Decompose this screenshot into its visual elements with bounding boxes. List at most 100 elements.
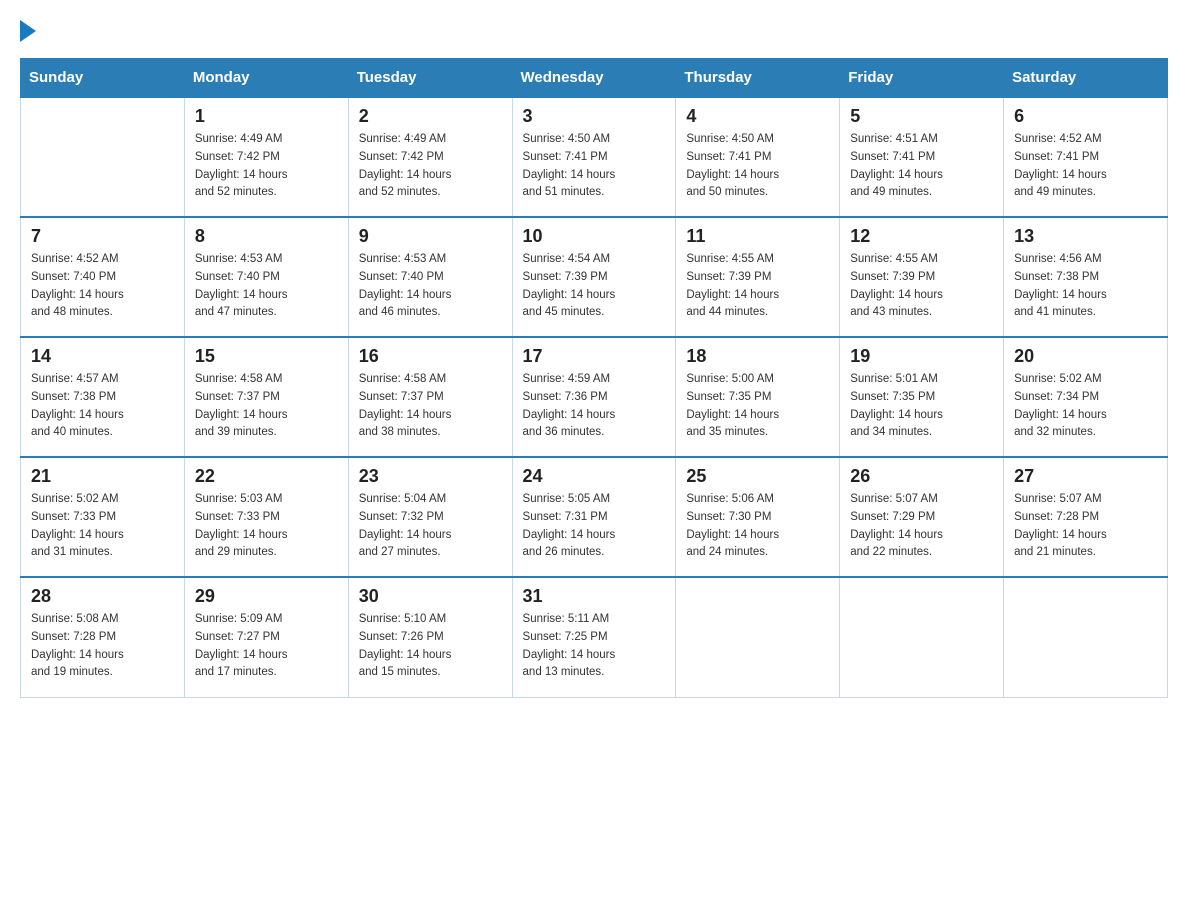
day-info: Sunrise: 5:07 AM Sunset: 7:29 PM Dayligh… bbox=[850, 491, 993, 562]
calendar-day: 5Sunrise: 4:51 AM Sunset: 7:41 PM Daylig… bbox=[840, 97, 1004, 217]
calendar-day: 22 Sunrise: 5:03 AM Sunset: 7:33 PM Dayli… bbox=[184, 457, 348, 577]
day-number: 13 bbox=[1014, 226, 1157, 247]
calendar-day: 7 Sunrise: 4:52 AM Sunset: 7:40 PM Daylig… bbox=[21, 217, 185, 337]
calendar-day: 31Sunrise: 5:11 AM Sunset: 7:25 PM Dayli… bbox=[512, 577, 676, 697]
calendar-day: 9Sunrise: 4:53 AM Sunset: 7:40 PM Daylig… bbox=[348, 217, 512, 337]
day-number: 2 bbox=[359, 106, 502, 127]
calendar-day: 30 Sunrise: 5:10 AM Sunset: 7:26 PM Dayli… bbox=[348, 577, 512, 697]
day-number: 19 bbox=[850, 346, 993, 367]
day-info: Sunrise: 5:11 AM Sunset: 7:25 PM Dayligh… bbox=[523, 611, 666, 682]
calendar-day: 14 Sunrise: 4:57 AM Sunset: 7:38 PM Dayli… bbox=[21, 337, 185, 457]
day-number: 3 bbox=[523, 106, 666, 127]
day-info: Sunrise: 5:02 AM Sunset: 7:33 PM Dayligh… bbox=[31, 491, 174, 562]
calendar-week-2: 7 Sunrise: 4:52 AM Sunset: 7:40 PM Daylig… bbox=[21, 217, 1168, 337]
day-number: 17 bbox=[523, 346, 666, 367]
calendar-table: SundayMondayTuesdayWednesdayThursdayFrid… bbox=[20, 58, 1168, 698]
day-number: 22 bbox=[195, 466, 338, 487]
calendar-day: 2 Sunrise: 4:49 AM Sunset: 7:42 PM Daylig… bbox=[348, 97, 512, 217]
day-info: Sunrise: 4:54 AM Sunset: 7:39 PM Dayligh… bbox=[523, 251, 666, 322]
day-number: 21 bbox=[31, 466, 174, 487]
day-info: Sunrise: 5:03 AM Sunset: 7:33 PM Dayligh… bbox=[195, 491, 338, 562]
calendar-day: 12 Sunrise: 4:55 AM Sunset: 7:39 PM Dayli… bbox=[840, 217, 1004, 337]
day-number: 26 bbox=[850, 466, 993, 487]
day-number: 24 bbox=[523, 466, 666, 487]
calendar-day bbox=[840, 577, 1004, 697]
day-info: Sunrise: 4:50 AM Sunset: 7:41 PM Dayligh… bbox=[523, 131, 666, 202]
day-info: Sunrise: 4:52 AM Sunset: 7:41 PM Dayligh… bbox=[1014, 131, 1157, 202]
calendar-day: 8 Sunrise: 4:53 AM Sunset: 7:40 PM Daylig… bbox=[184, 217, 348, 337]
calendar-day: 16Sunrise: 4:58 AM Sunset: 7:37 PM Dayli… bbox=[348, 337, 512, 457]
calendar-day: 29 Sunrise: 5:09 AM Sunset: 7:27 PM Dayli… bbox=[184, 577, 348, 697]
calendar-week-3: 14 Sunrise: 4:57 AM Sunset: 7:38 PM Dayli… bbox=[21, 337, 1168, 457]
calendar-day: 19 Sunrise: 5:01 AM Sunset: 7:35 PM Dayli… bbox=[840, 337, 1004, 457]
header-cell-sunday: Sunday bbox=[21, 59, 185, 98]
logo-arrow-icon bbox=[20, 20, 36, 42]
calendar-day bbox=[1004, 577, 1168, 697]
calendar-day bbox=[676, 577, 840, 697]
header-cell-wednesday: Wednesday bbox=[512, 59, 676, 98]
day-info: Sunrise: 5:04 AM Sunset: 7:32 PM Dayligh… bbox=[359, 491, 502, 562]
page-header bbox=[20, 20, 1168, 38]
calendar-day: 25Sunrise: 5:06 AM Sunset: 7:30 PM Dayli… bbox=[676, 457, 840, 577]
header-cell-thursday: Thursday bbox=[676, 59, 840, 98]
day-number: 30 bbox=[359, 586, 502, 607]
calendar-day: 27 Sunrise: 5:07 AM Sunset: 7:28 PM Dayli… bbox=[1004, 457, 1168, 577]
logo bbox=[20, 20, 36, 38]
day-info: Sunrise: 5:08 AM Sunset: 7:28 PM Dayligh… bbox=[31, 611, 174, 682]
calendar-body: 1 Sunrise: 4:49 AM Sunset: 7:42 PM Daylig… bbox=[21, 97, 1168, 697]
calendar-day: 17 Sunrise: 4:59 AM Sunset: 7:36 PM Dayli… bbox=[512, 337, 676, 457]
day-number: 4 bbox=[686, 106, 829, 127]
day-info: Sunrise: 4:56 AM Sunset: 7:38 PM Dayligh… bbox=[1014, 251, 1157, 322]
day-info: Sunrise: 5:00 AM Sunset: 7:35 PM Dayligh… bbox=[686, 371, 829, 442]
calendar-day: 15 Sunrise: 4:58 AM Sunset: 7:37 PM Dayli… bbox=[184, 337, 348, 457]
calendar-week-4: 21 Sunrise: 5:02 AM Sunset: 7:33 PM Dayli… bbox=[21, 457, 1168, 577]
day-number: 27 bbox=[1014, 466, 1157, 487]
day-number: 14 bbox=[31, 346, 174, 367]
day-number: 23 bbox=[359, 466, 502, 487]
day-number: 20 bbox=[1014, 346, 1157, 367]
day-info: Sunrise: 5:01 AM Sunset: 7:35 PM Dayligh… bbox=[850, 371, 993, 442]
day-number: 1 bbox=[195, 106, 338, 127]
day-info: Sunrise: 5:05 AM Sunset: 7:31 PM Dayligh… bbox=[523, 491, 666, 562]
header-cell-saturday: Saturday bbox=[1004, 59, 1168, 98]
day-info: Sunrise: 4:49 AM Sunset: 7:42 PM Dayligh… bbox=[195, 131, 338, 202]
day-info: Sunrise: 4:59 AM Sunset: 7:36 PM Dayligh… bbox=[523, 371, 666, 442]
day-info: Sunrise: 4:55 AM Sunset: 7:39 PM Dayligh… bbox=[686, 251, 829, 322]
day-info: Sunrise: 4:55 AM Sunset: 7:39 PM Dayligh… bbox=[850, 251, 993, 322]
day-number: 11 bbox=[686, 226, 829, 247]
day-number: 12 bbox=[850, 226, 993, 247]
calendar-day: 3 Sunrise: 4:50 AM Sunset: 7:41 PM Daylig… bbox=[512, 97, 676, 217]
calendar-header-row: SundayMondayTuesdayWednesdayThursdayFrid… bbox=[21, 59, 1168, 98]
day-number: 15 bbox=[195, 346, 338, 367]
day-number: 10 bbox=[523, 226, 666, 247]
day-info: Sunrise: 4:58 AM Sunset: 7:37 PM Dayligh… bbox=[195, 371, 338, 442]
day-info: Sunrise: 5:10 AM Sunset: 7:26 PM Dayligh… bbox=[359, 611, 502, 682]
calendar-day: 11 Sunrise: 4:55 AM Sunset: 7:39 PM Dayli… bbox=[676, 217, 840, 337]
calendar-day: 4Sunrise: 4:50 AM Sunset: 7:41 PM Daylig… bbox=[676, 97, 840, 217]
day-number: 5 bbox=[850, 106, 993, 127]
calendar-week-1: 1 Sunrise: 4:49 AM Sunset: 7:42 PM Daylig… bbox=[21, 97, 1168, 217]
header-cell-monday: Monday bbox=[184, 59, 348, 98]
day-info: Sunrise: 4:49 AM Sunset: 7:42 PM Dayligh… bbox=[359, 131, 502, 202]
day-number: 18 bbox=[686, 346, 829, 367]
calendar-day bbox=[21, 97, 185, 217]
day-info: Sunrise: 5:09 AM Sunset: 7:27 PM Dayligh… bbox=[195, 611, 338, 682]
calendar-day: 6Sunrise: 4:52 AM Sunset: 7:41 PM Daylig… bbox=[1004, 97, 1168, 217]
day-info: Sunrise: 4:57 AM Sunset: 7:38 PM Dayligh… bbox=[31, 371, 174, 442]
calendar-day: 21 Sunrise: 5:02 AM Sunset: 7:33 PM Dayli… bbox=[21, 457, 185, 577]
day-number: 25 bbox=[686, 466, 829, 487]
day-number: 29 bbox=[195, 586, 338, 607]
calendar-day: 23 Sunrise: 5:04 AM Sunset: 7:32 PM Dayli… bbox=[348, 457, 512, 577]
day-number: 16 bbox=[359, 346, 502, 367]
day-info: Sunrise: 5:07 AM Sunset: 7:28 PM Dayligh… bbox=[1014, 491, 1157, 562]
calendar-week-5: 28Sunrise: 5:08 AM Sunset: 7:28 PM Dayli… bbox=[21, 577, 1168, 697]
day-number: 9 bbox=[359, 226, 502, 247]
day-info: Sunrise: 4:53 AM Sunset: 7:40 PM Dayligh… bbox=[195, 251, 338, 322]
calendar-day: 26 Sunrise: 5:07 AM Sunset: 7:29 PM Dayli… bbox=[840, 457, 1004, 577]
calendar-day: 18 Sunrise: 5:00 AM Sunset: 7:35 PM Dayli… bbox=[676, 337, 840, 457]
day-info: Sunrise: 4:52 AM Sunset: 7:40 PM Dayligh… bbox=[31, 251, 174, 322]
calendar-day: 24 Sunrise: 5:05 AM Sunset: 7:31 PM Dayli… bbox=[512, 457, 676, 577]
day-number: 8 bbox=[195, 226, 338, 247]
day-number: 7 bbox=[31, 226, 174, 247]
calendar-day: 28Sunrise: 5:08 AM Sunset: 7:28 PM Dayli… bbox=[21, 577, 185, 697]
